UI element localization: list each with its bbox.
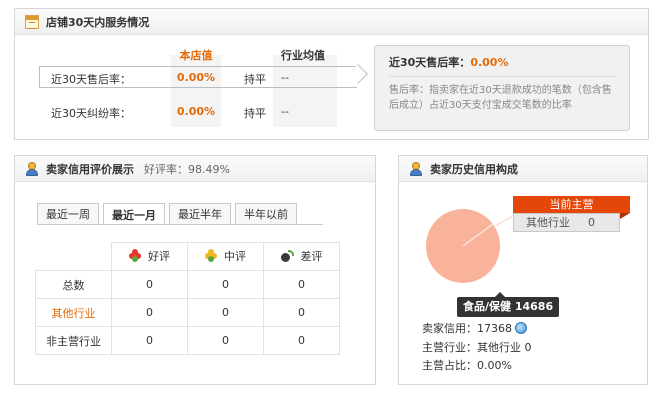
seller-credit-line: 卖家信用：17368: [422, 320, 527, 336]
seller-user-icon: [25, 161, 39, 176]
tab-last-half-year[interactable]: 最近半年: [169, 203, 231, 224]
table-cell: 0: [263, 298, 340, 327]
table-cell: 0: [263, 326, 340, 355]
rating-panel: 卖家信用评价展示 好评率：98.49% 最近一周 最近一月 最近半年 半年以前 …: [14, 155, 376, 385]
table-header-row: 好评 中评 差评: [35, 242, 340, 271]
table-cell: 0: [187, 270, 264, 299]
main-industry-value: 其他行业 0: [477, 341, 532, 354]
dispute-rate-value: 0.00%: [176, 105, 216, 118]
header-bad: 差评: [263, 242, 340, 271]
pie-tooltip: 食品/保健 14686: [457, 292, 560, 317]
bad-bomb-icon: [280, 250, 295, 262]
table-cell: 0: [111, 326, 188, 355]
history-title: 卖家历史信用构成: [430, 162, 518, 176]
service-panel: 店铺30天内服务情况 本店值 行业均值 近30天售后率： 0.00% 持平 --…: [14, 8, 649, 140]
row-label-total: 总数: [35, 270, 112, 299]
table-row: 总数 0 0 0: [35, 270, 340, 299]
seller-credit-value: 17368: [477, 322, 512, 335]
dispute-rate-industry: --: [281, 105, 289, 118]
table-cell: 0: [111, 270, 188, 299]
tab-last-week[interactable]: 最近一周: [37, 203, 99, 224]
aftersale-rate-value: 0.00%: [176, 71, 216, 84]
main-ratio-value: 0.00%: [477, 359, 512, 372]
aftersale-rate-tooltip: 近30天售后率：0.00% 售后率：指卖家在近30天退款成功的笔数（包含售后成立…: [374, 45, 630, 131]
tooltip-description: 售后率：指卖家在近30天退款成功的笔数（包含售后成立）占近30天支付宝成交笔数的…: [389, 85, 612, 111]
current-main-badge: 当前主营: [513, 196, 630, 213]
aftersale-rate-label: 近30天售后率：: [51, 73, 131, 86]
tabs-divider: [37, 224, 323, 225]
header-neutral: 中评: [187, 242, 264, 271]
rating-table: 好评 中评 差评 总数 0 0 0 其他行业 0 0 0 非主营行业 0 0 0: [35, 242, 340, 355]
table-cell: 0: [187, 298, 264, 327]
table-row: 其他行业 0 0 0: [35, 298, 340, 327]
good-rate: 好评率：98.49%: [144, 162, 230, 176]
seller-user-icon: [409, 161, 423, 176]
good-flower-icon: [129, 249, 142, 263]
dispute-rate-compare: 持平: [244, 107, 266, 120]
tooltip-title: 近30天售后率：0.00%: [389, 54, 615, 77]
main-industry-line: 主营行业：其他行业 0: [422, 341, 532, 354]
row-label-other-industry[interactable]: 其他行业: [35, 298, 112, 327]
credit-medal-icon[interactable]: [515, 322, 527, 334]
calendar-icon: [25, 14, 39, 29]
history-panel: 卖家历史信用构成 当前主营 其他行业 0 食品/保健 14686 卖家信用：173…: [398, 155, 648, 385]
tab-before-half-year[interactable]: 半年以前: [235, 203, 297, 224]
store-value-header: 本店值: [179, 49, 213, 62]
aftersale-rate-compare: 持平: [244, 73, 266, 86]
badge-fold: [620, 213, 630, 219]
table-row: 非主营行业 0 0 0: [35, 326, 340, 355]
table-cell: 0: [263, 270, 340, 299]
history-header: 卖家历史信用构成: [399, 156, 647, 182]
header-good: 好评: [111, 242, 188, 271]
pie-connector: [494, 215, 514, 227]
industry-avg-header: 行业均值: [281, 49, 325, 62]
tooltip-title-value: 0.00%: [470, 56, 509, 69]
rating-title: 卖家信用评价展示: [46, 162, 134, 176]
service-header: 店铺30天内服务情况: [15, 9, 648, 35]
service-title: 店铺30天内服务情况: [46, 15, 150, 29]
main-industry-badge: 其他行业 0: [513, 213, 620, 232]
main-ratio-line: 主营占比：0.00%: [422, 359, 512, 372]
tab-last-month[interactable]: 最近一月: [103, 203, 165, 225]
row-label-non-main: 非主营行业: [35, 326, 112, 355]
table-cell: 0: [187, 326, 264, 355]
neutral-flower-icon: [205, 249, 218, 263]
dispute-rate-label: 近30天纠纷率：: [51, 107, 131, 120]
aftersale-rate-industry: --: [281, 71, 289, 84]
period-tabs: 最近一周 最近一月 最近半年 半年以前: [37, 203, 301, 225]
table-cell: 0: [111, 298, 188, 327]
rating-header: 卖家信用评价展示 好评率：98.49%: [15, 156, 375, 182]
